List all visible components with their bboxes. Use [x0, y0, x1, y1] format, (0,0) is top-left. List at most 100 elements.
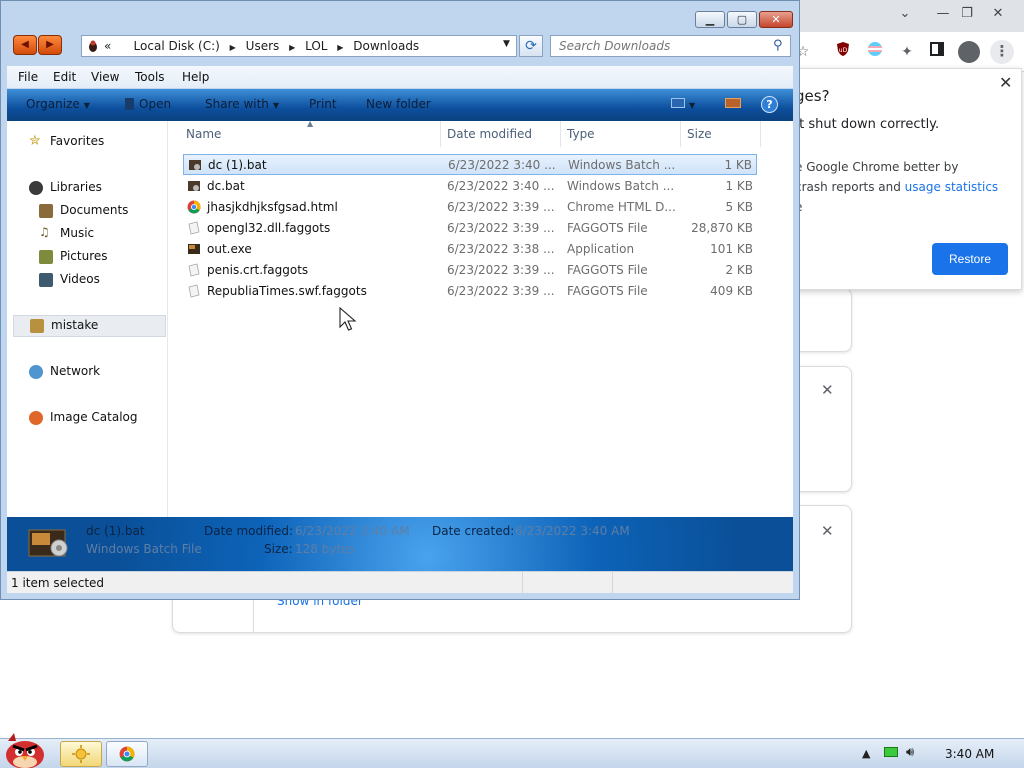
- taskbar-chrome-button[interactable]: [106, 741, 148, 767]
- organize-label: Organize: [26, 97, 80, 111]
- print-button[interactable]: Print: [309, 97, 337, 111]
- chrome-menu-icon[interactable]: ⋮: [990, 40, 1014, 64]
- help-icon[interactable]: ?: [761, 96, 778, 113]
- share-with-button[interactable]: Share with ▼: [205, 97, 279, 111]
- file-date: 6/23/2022 3:40 ...: [447, 179, 555, 193]
- back-arrow-icon[interactable]: ◀: [13, 35, 37, 55]
- change-view-icon[interactable]: ▼: [671, 97, 695, 111]
- tray-battery-icon[interactable]: [884, 747, 898, 760]
- breadcrumb-chevron-icon[interactable]: ▶: [289, 43, 295, 52]
- address-breadcrumb: « Local Disk (C:) ▶ Users ▶ LOL ▶ Downlo…: [104, 39, 419, 53]
- breadcrumb-overflow-icon[interactable]: «: [104, 39, 111, 53]
- breadcrumb-users[interactable]: Users: [246, 39, 280, 53]
- window-minimize-button[interactable]: ▁: [695, 11, 725, 28]
- details-date-modified-value[interactable]: 6/23/2022 3:40 AM: [295, 524, 410, 538]
- nav-item-network[interactable]: Network: [7, 362, 167, 382]
- window-maximize-button[interactable]: ▢: [727, 11, 757, 28]
- file-row[interactable]: jhasjkdhjksfgsad.html 6/23/2022 3:39 ...…: [183, 197, 757, 218]
- nav-item-libraries[interactable]: Libraries: [7, 178, 167, 198]
- breadcrumb-downloads[interactable]: Downloads: [353, 39, 419, 53]
- search-input[interactable]: [551, 36, 771, 56]
- nav-item-documents[interactable]: Documents: [7, 201, 167, 221]
- column-header-type[interactable]: Type: [567, 127, 595, 141]
- nav-item-image-catalog[interactable]: Image Catalog: [7, 408, 167, 428]
- breadcrumb-chevron-icon[interactable]: ▶: [230, 43, 236, 52]
- new-folder-button[interactable]: New folder: [366, 97, 431, 111]
- file-size: 28,870 KB: [691, 221, 753, 235]
- taskbar: ▲ 🔊︎ 3:40 AM: [0, 733, 1024, 768]
- svg-text:uD: uD: [839, 47, 848, 54]
- restore-pages-popup: ✕ ges? ’t shut down correctly. e Google …: [770, 68, 1022, 290]
- menu-edit[interactable]: Edit: [53, 70, 76, 84]
- file-row-selected[interactable]: dc (1).bat 6/23/2022 3:40 ... Windows Ba…: [183, 154, 757, 175]
- menu-file[interactable]: File: [18, 70, 38, 84]
- nav-image-catalog-label: Image Catalog: [50, 410, 138, 424]
- download-remove-close-icon[interactable]: ✕: [821, 522, 834, 540]
- address-bar[interactable]: « Local Disk (C:) ▶ Users ▶ LOL ▶ Downlo…: [81, 35, 517, 57]
- details-date-created-value[interactable]: 6/23/2022 3:40 AM: [515, 524, 630, 538]
- file-row[interactable]: RepubliaTimes.swf.faggots 6/23/2022 3:39…: [183, 281, 757, 302]
- nav-item-favorites[interactable]: ✮ Favorites: [7, 132, 167, 152]
- search-icon[interactable]: ⚲: [773, 38, 783, 53]
- column-header-date-modified[interactable]: Date modified: [447, 127, 532, 141]
- usage-statistics-link[interactable]: usage statistics: [905, 180, 999, 194]
- status-divider: [522, 572, 523, 594]
- refresh-button[interactable]: ⟳: [519, 35, 543, 57]
- column-divider[interactable]: [760, 121, 761, 147]
- chrome-icon: [119, 746, 135, 762]
- extensions-puzzle-icon[interactable]: ✦: [896, 41, 918, 63]
- download-remove-close-icon[interactable]: ✕: [821, 381, 834, 399]
- breadcrumb-local-disk[interactable]: Local Disk (C:): [134, 39, 220, 53]
- open-button[interactable]: Open: [125, 97, 171, 111]
- column-divider[interactable]: [680, 121, 681, 147]
- tray-volume-icon[interactable]: 🔊︎: [906, 745, 914, 760]
- chrome-restore-button[interactable]: ❐: [954, 6, 980, 22]
- breadcrumb-chevron-icon[interactable]: ▶: [337, 43, 343, 52]
- flag-extension-icon[interactable]: [864, 41, 886, 63]
- column-header-size[interactable]: Size: [687, 127, 712, 141]
- back-forward-buttons: ◀ ▶: [13, 35, 63, 55]
- window-close-button[interactable]: ✕: [759, 11, 793, 28]
- details-date-modified-label: Date modified:: [204, 524, 294, 538]
- file-list: ▲ Name Date modified Type Size dc (1).ba…: [169, 119, 793, 517]
- profile-avatar[interactable]: [958, 41, 980, 63]
- generic-file-icon: [188, 284, 200, 298]
- organize-button[interactable]: Organize ▼: [26, 97, 90, 111]
- chrome-close-button[interactable]: ✕: [985, 6, 1011, 22]
- batch-file-icon: [189, 160, 201, 170]
- tray-clock[interactable]: 3:40 AM: [945, 747, 994, 761]
- file-row[interactable]: out.exe 6/23/2022 3:38 ... Application 1…: [183, 239, 757, 260]
- start-button-angry-bird-icon[interactable]: [2, 731, 48, 768]
- search-box[interactable]: ⚲: [550, 35, 791, 57]
- side-panel-icon[interactable]: [926, 41, 948, 63]
- breadcrumb-lol[interactable]: LOL: [305, 39, 327, 53]
- nav-item-mistake[interactable]: mistake: [13, 315, 166, 337]
- address-dropdown-icon[interactable]: ▼: [503, 39, 510, 49]
- menu-tools[interactable]: Tools: [135, 70, 165, 84]
- restore-popup-close-icon[interactable]: ✕: [999, 73, 1012, 92]
- nav-item-pictures[interactable]: Pictures: [7, 247, 167, 267]
- downloads-folder-icon: [89, 40, 97, 52]
- chevron-down-icon: ▼: [272, 101, 280, 110]
- file-row[interactable]: opengl32.dll.faggots 6/23/2022 3:39 ... …: [183, 218, 757, 239]
- nav-pictures-label: Pictures: [60, 249, 108, 263]
- file-row[interactable]: penis.crt.faggots 6/23/2022 3:39 ... FAG…: [183, 260, 757, 281]
- preview-pane-icon[interactable]: [725, 97, 741, 111]
- nav-item-videos[interactable]: Videos: [7, 270, 167, 290]
- taskbar-explorer-button[interactable]: [60, 741, 102, 767]
- column-divider[interactable]: [560, 121, 561, 147]
- restore-button[interactable]: Restore: [932, 243, 1008, 275]
- column-header-name[interactable]: Name: [186, 127, 221, 141]
- forward-arrow-icon[interactable]: ▶: [38, 35, 62, 55]
- menu-bar: File Edit View Tools Help: [7, 66, 793, 88]
- menu-help[interactable]: Help: [182, 70, 209, 84]
- ublock-extension-icon[interactable]: uD: [832, 41, 854, 63]
- file-row[interactable]: dc.bat 6/23/2022 3:40 ... Windows Batch …: [183, 176, 757, 197]
- chrome-minimize-button[interactable]: —: [930, 6, 956, 22]
- column-divider[interactable]: [440, 121, 441, 147]
- chrome-tab-search-icon[interactable]: ⌄: [892, 6, 918, 22]
- help-line-3: e: [795, 197, 1015, 217]
- nav-item-music[interactable]: ♫ Music: [7, 224, 167, 244]
- tray-show-hidden-icon[interactable]: ▲: [862, 747, 870, 760]
- menu-view[interactable]: View: [91, 70, 119, 84]
